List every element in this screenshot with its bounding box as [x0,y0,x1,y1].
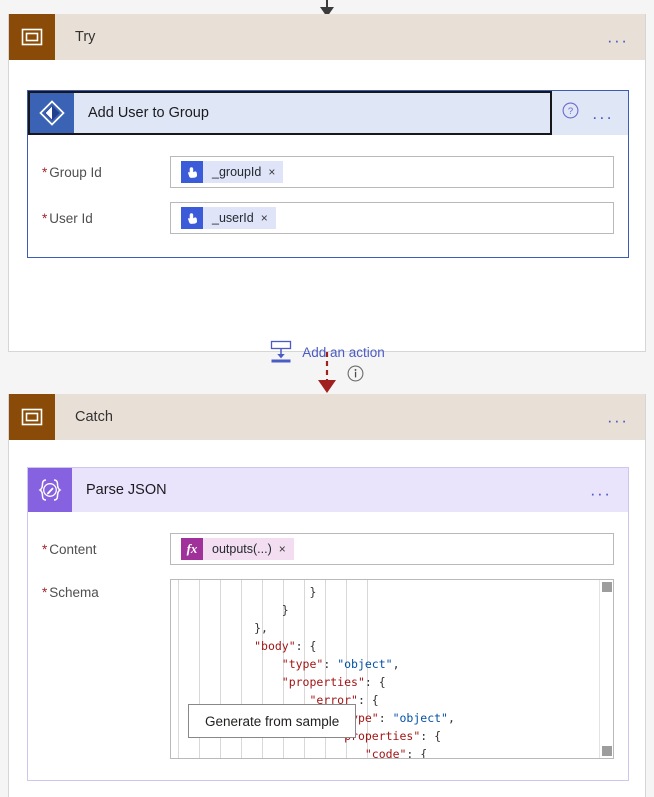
required-asterisk: * [42,164,48,180]
token-group-id[interactable]: _groupId × [181,161,284,183]
field-label-text: Content [49,541,97,557]
dynamic-content-icon-glyph [187,166,197,178]
field-label-content: * Content [42,542,170,557]
parse-json-title: Parse JSON [86,482,167,498]
token-user-id[interactable]: _userId × [181,207,276,229]
try-catch-connector [0,352,654,394]
field-row-user-id: * User Id _userId × [28,195,628,241]
azure-ad-diamond-icon-glyph [39,100,65,126]
field-label-group-id: * Group Id [42,165,170,180]
fx-icon: fx [181,538,203,560]
field-input-user-id[interactable]: _userId × [170,202,614,234]
field-label-user-id: * User Id [42,211,170,226]
info-circle-icon[interactable] [347,365,364,387]
scrollbar-thumb-top[interactable] [602,582,612,592]
field-input-content[interactable]: fx outputs(...) × [170,533,614,565]
flow-designer-canvas: Try ... Add User to Group ? ... * Group … [0,0,654,797]
scope-icon-glyph [21,28,43,46]
token-label: _userId [212,211,254,225]
action-card-titlebar[interactable]: Add User to Group [28,91,552,135]
dynamic-content-icon [181,161,203,183]
required-asterisk: * [42,541,48,557]
scope-try-menu-button[interactable]: ... [607,29,629,46]
generate-from-sample-button[interactable]: Generate from sample [188,704,357,738]
scope-try-body: Add User to Group ? ... * Group Id _grou… [9,60,645,363]
token-outputs-expression[interactable]: fx outputs(...) × [181,538,294,560]
token-remove-icon[interactable]: × [279,542,294,556]
parse-json-menu-button[interactable]: ... [590,482,612,499]
action-card-add-user-to-group[interactable]: Add User to Group ? ... * Group Id _grou… [27,90,629,258]
azure-ad-diamond-icon [30,93,74,133]
field-label-schema: * Schema [42,579,170,600]
svg-text:?: ? [568,106,573,117]
field-label-text: Schema [49,585,99,600]
field-label-text: User Id [49,210,93,226]
parse-json-braces-icon [28,468,72,512]
scope-try-title: Try [75,29,96,45]
action-card-parse-json[interactable]: Parse JSON ... * Content fx outputs(...) … [27,467,629,781]
token-remove-icon[interactable]: × [268,165,283,179]
token-label: _groupId [212,165,262,179]
scope-try-header[interactable]: Try ... [9,14,645,60]
field-row-content: * Content fx outputs(...) × [28,526,628,572]
dynamic-content-icon [181,207,203,229]
scrollbar-thumb-bottom[interactable] [602,746,612,756]
scope-catch[interactable]: Catch ... Parse JSON ... * Content fx ou… [8,394,646,797]
scope-catch-header[interactable]: Catch ... [9,394,645,440]
scope-try[interactable]: Try ... Add User to Group ? ... * Group … [8,14,646,363]
parse-json-titlebar[interactable]: Parse JSON ... [28,468,628,512]
scope-catch-body: Parse JSON ... * Content fx outputs(...) … [9,440,645,797]
required-asterisk: * [42,210,48,226]
action-card-fields: * Group Id _groupId × * User Id _userId … [28,135,628,257]
scope-icon-glyph [21,408,43,426]
dynamic-content-icon-glyph [187,212,197,224]
action-card-menu-button[interactable]: ... [592,105,614,122]
token-label: outputs(...) [212,542,272,556]
field-label-text: Group Id [49,164,102,180]
help-circle-icon-glyph: ? [562,102,579,119]
dashed-arrow-down-icon [318,352,336,393]
schema-vertical-scrollbar[interactable] [599,580,613,758]
action-card-title: Add User to Group [88,105,209,121]
required-asterisk: * [42,585,48,600]
parse-json-fields: * Content fx outputs(...) × * Schema}}… [28,512,628,780]
scope-catch-menu-button[interactable]: ... [607,409,629,426]
action-card-controls: ? ... [562,91,628,135]
scope-icon [9,14,55,60]
scope-icon [9,394,55,440]
info-circle-icon-glyph [347,365,364,382]
parse-json-braces-icon-glyph [38,479,62,501]
token-remove-icon[interactable]: × [261,211,276,225]
field-input-group-id[interactable]: _groupId × [170,156,614,188]
field-row-group-id: * Group Id _groupId × [28,149,628,195]
scope-catch-title: Catch [75,409,113,425]
help-circle-icon[interactable]: ? [562,102,579,124]
